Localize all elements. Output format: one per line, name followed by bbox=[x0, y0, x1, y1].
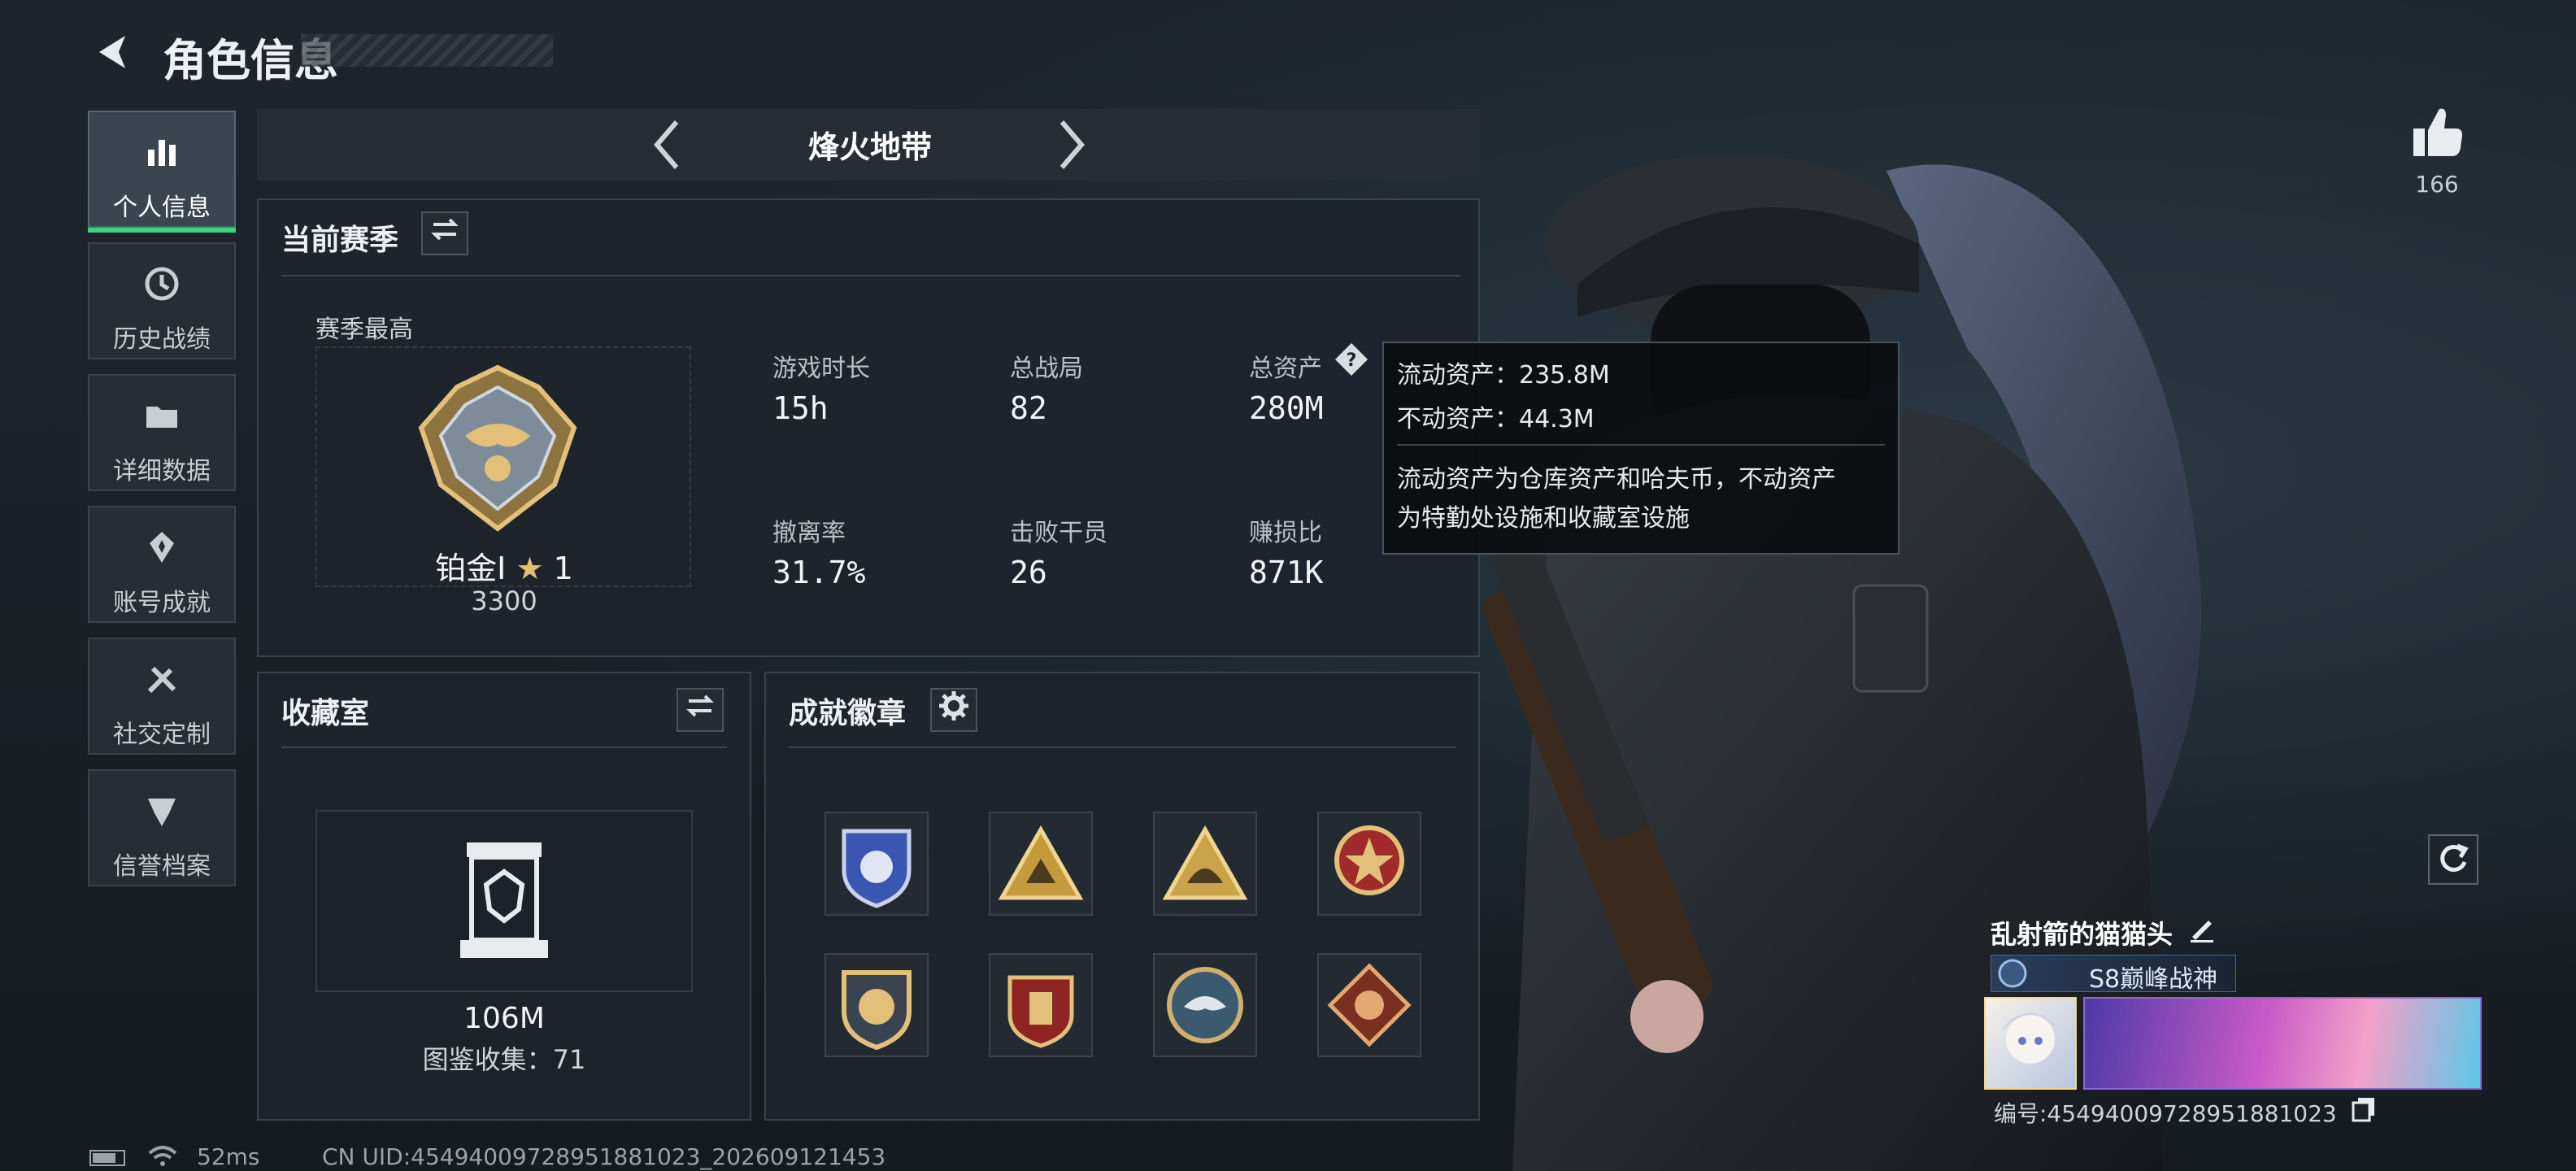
blue-shield-badge-icon[interactable] bbox=[825, 812, 929, 916]
rank-name-row: 铂金Ⅰ ★ 1 bbox=[358, 543, 651, 588]
nav-item-detailed-data[interactable]: 详细数据 bbox=[88, 374, 236, 491]
season-divider bbox=[281, 275, 1460, 276]
dragon-diamond-badge-icon[interactable] bbox=[1317, 953, 1421, 1057]
achievement-icon bbox=[89, 527, 234, 577]
nav-item-account-achievements[interactable]: 账号成就 bbox=[88, 506, 236, 623]
ping-value: 52ms bbox=[197, 1143, 260, 1170]
battery-icon bbox=[89, 1150, 125, 1166]
rank-points: 3300 bbox=[471, 586, 537, 616]
folder-icon bbox=[89, 395, 234, 445]
display-case-icon bbox=[454, 839, 555, 961]
stat-label-operators-defeated: 击败干员 bbox=[1010, 519, 1107, 547]
tiger-triangle-badge-icon[interactable] bbox=[989, 812, 1093, 916]
tooltip-liquid-assets: 流动资产：235.8M bbox=[1397, 361, 1610, 390]
gold-shield-badge-icon[interactable] bbox=[825, 953, 929, 1057]
stat-value-extract-rate: 31.7% bbox=[772, 555, 866, 590]
title-badge: S8巅峰战神 bbox=[1991, 955, 2236, 994]
nav-item-label: 详细数据 bbox=[113, 457, 211, 485]
svg-text:?: ? bbox=[1347, 350, 1357, 371]
collection-divider bbox=[281, 747, 727, 748]
swap-icon bbox=[686, 694, 714, 717]
stat-label-total-assets: 总资产 bbox=[1249, 355, 1322, 383]
assets-tooltip: 流动资产：235.8M 不动资产：44.3M 流动资产为仓库资产和哈夫币，不动资… bbox=[1382, 342, 1899, 555]
chevron-left-icon bbox=[654, 120, 679, 169]
gear-icon bbox=[939, 691, 968, 720]
tools-icon bbox=[89, 659, 234, 708]
like-button[interactable] bbox=[2408, 104, 2465, 161]
achievements-divider bbox=[789, 747, 1456, 748]
achievements-settings-button[interactable] bbox=[930, 688, 977, 732]
chevron-right-icon bbox=[1060, 120, 1085, 169]
achievements-title: 成就徽章 bbox=[789, 697, 907, 730]
season-title: 当前赛季 bbox=[281, 224, 399, 257]
footer-uid: CN UID:454940097289518810​23_20260912145… bbox=[322, 1143, 886, 1170]
collection-count: 图鉴收集：71 bbox=[422, 1044, 586, 1075]
stat-value-total-assets: 280M bbox=[1249, 390, 1324, 426]
player-name: 乱射箭的猫猫头 bbox=[1991, 919, 2174, 950]
red-crest-badge-icon[interactable] bbox=[989, 953, 1093, 1057]
stat-value-operators-defeated: 26 bbox=[1010, 555, 1047, 590]
swap-icon bbox=[431, 218, 459, 241]
stat-value-total-matches: 82 bbox=[1010, 390, 1047, 426]
tooltip-fixed-assets: 不动资产：44.3M bbox=[1397, 405, 1595, 433]
title-badge-text: S8巅峰战神 bbox=[2089, 965, 2218, 994]
pencil-icon bbox=[2191, 921, 2213, 942]
title-decoration bbox=[301, 34, 553, 67]
back-button[interactable] bbox=[88, 28, 137, 76]
mode-prev-button[interactable] bbox=[642, 115, 691, 174]
eagle-coin-badge-icon[interactable] bbox=[1153, 953, 1257, 1057]
name-card-banner[interactable] bbox=[2083, 997, 2482, 1090]
season-switch-button[interactable] bbox=[421, 211, 468, 255]
refresh-button[interactable] bbox=[2428, 834, 2478, 885]
helmet-triangle-badge-icon[interactable] bbox=[1153, 812, 1257, 916]
credit-shield-icon bbox=[89, 790, 234, 840]
avatar[interactable] bbox=[1984, 997, 2077, 1090]
nav-item-label: 历史战绩 bbox=[113, 325, 211, 354]
stat-value-play-time: 15h bbox=[772, 390, 829, 426]
mode-label: 烽火地带 bbox=[807, 129, 932, 165]
rank-stars: 1 bbox=[553, 551, 573, 586]
nav-item-history[interactable]: 历史战绩 bbox=[88, 242, 236, 359]
nav-item-label: 个人信息 bbox=[113, 194, 211, 222]
nav-item-label: 账号成就 bbox=[113, 589, 211, 617]
bar-chart-icon bbox=[89, 132, 234, 181]
player-id: 编号:454940097289518810​23 bbox=[1994, 1100, 2337, 1127]
rank-emblem-icon bbox=[416, 363, 579, 533]
nav-item-label: 社交定制 bbox=[113, 720, 211, 749]
history-clock-icon bbox=[89, 263, 234, 313]
thumbs-up-icon bbox=[2413, 108, 2462, 156]
rank-name: 铂金Ⅰ bbox=[435, 551, 507, 586]
nav-item-label: 信誉档案 bbox=[113, 852, 211, 881]
mode-next-button[interactable] bbox=[1047, 115, 1096, 174]
tooltip-desc-line1: 流动资产为仓库资产和哈夫币，不动资产 bbox=[1397, 465, 1836, 494]
stat-label-total-matches: 总战局 bbox=[1010, 355, 1083, 383]
nav-item-credit-record[interactable]: 信誉档案 bbox=[88, 769, 236, 886]
like-count: 166 bbox=[2415, 171, 2459, 198]
nav-item-social-customize[interactable]: 社交定制 bbox=[88, 638, 236, 755]
stat-value-profit-loss: 871K bbox=[1249, 555, 1324, 590]
copy-id-button[interactable] bbox=[2350, 1095, 2379, 1124]
tooltip-desc-line2: 为特勤处设施和收藏室设施 bbox=[1397, 504, 1690, 533]
season-title-icon bbox=[1998, 959, 2027, 988]
wifi-icon bbox=[146, 1143, 179, 1168]
back-arrow-icon bbox=[99, 36, 125, 68]
collection-switch-button[interactable] bbox=[677, 688, 724, 732]
season-best-label: 赛季最高 bbox=[315, 316, 413, 344]
refresh-icon bbox=[2440, 843, 2469, 872]
stat-label-play-time: 游戏时长 bbox=[772, 355, 870, 383]
edit-name-button[interactable] bbox=[2186, 912, 2218, 945]
star-icon: ★ bbox=[516, 551, 544, 586]
tooltip-divider bbox=[1397, 444, 1885, 446]
red-star-badge-icon[interactable] bbox=[1317, 812, 1421, 916]
stat-label-extract-rate: 撤离率 bbox=[772, 519, 846, 547]
help-icon[interactable]: ? bbox=[1334, 342, 1369, 377]
copy-icon bbox=[2352, 1098, 2374, 1122]
collection-title: 收藏室 bbox=[281, 697, 370, 730]
collection-value: 106M bbox=[463, 1002, 545, 1035]
nav-item-personal-info[interactable]: 个人信息 bbox=[88, 111, 236, 233]
stat-label-profit-loss: 赚损比 bbox=[1249, 519, 1322, 547]
